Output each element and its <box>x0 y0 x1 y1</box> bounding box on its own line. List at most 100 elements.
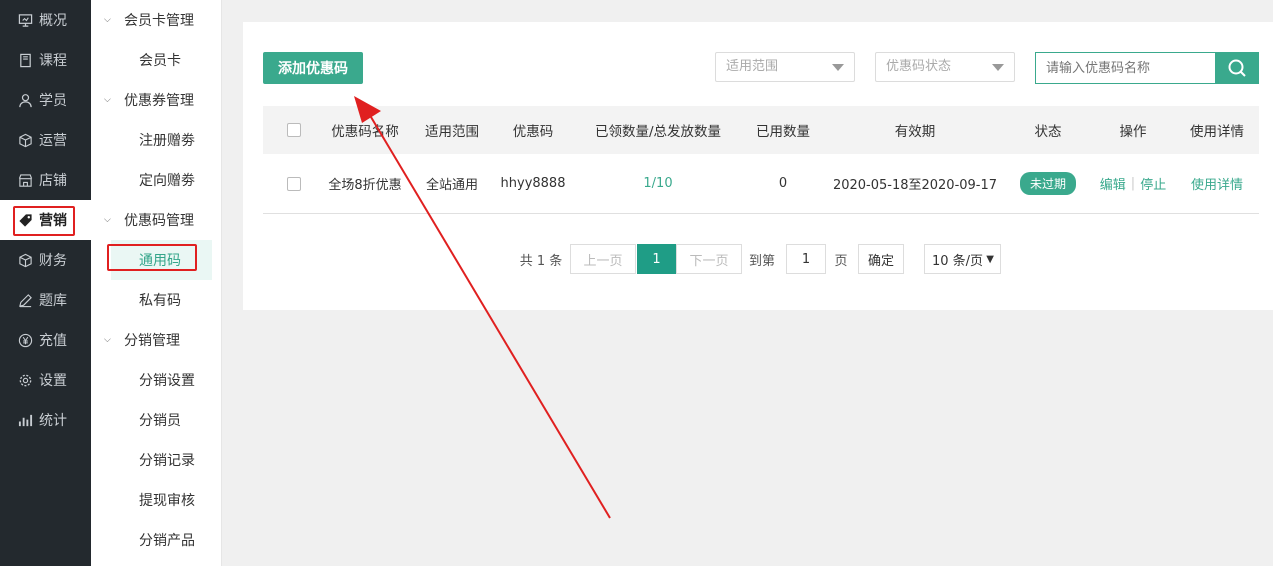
usage-detail-link[interactable]: 使用详情 <box>1191 174 1243 193</box>
nav-label: 充值 <box>39 333 67 349</box>
status-select[interactable]: 优惠码状态 <box>875 52 1015 82</box>
col-header: 优惠码名称 <box>331 124 399 140</box>
subnav-item-private-code[interactable]: 私有码 <box>91 280 221 320</box>
subnav-item-distribution-settings[interactable]: 分销设置 <box>91 360 221 400</box>
yen-icon <box>17 332 33 348</box>
nav-item-store[interactable]: 店铺 <box>0 160 91 200</box>
cell-claimed: 1/10 <box>643 176 673 191</box>
caret-down-icon: ▼ <box>986 253 994 265</box>
nav-label: 运营 <box>39 133 67 149</box>
caret-down-icon <box>992 64 1004 71</box>
subnav-item-distributors[interactable]: 分销员 <box>91 400 221 440</box>
divider: | <box>1130 176 1136 191</box>
select-all-checkbox[interactable] <box>287 123 301 137</box>
nav-item-recharge[interactable]: 充值 <box>0 320 91 360</box>
col-header: 已领数量/总发放数量 <box>594 124 722 140</box>
col-header: 操作 <box>1119 124 1147 140</box>
page-1-button[interactable]: 1 <box>637 244 676 274</box>
page-unit-label: 页 <box>834 253 848 269</box>
book-icon <box>17 52 33 68</box>
page-size-select[interactable]: 10 条/页 ▼ <box>924 244 1001 274</box>
group-label: 优惠码管理 <box>124 213 194 229</box>
nav-item-statistics[interactable]: 统计 <box>0 400 91 440</box>
annotation-highlight-box <box>107 244 197 271</box>
scope-select[interactable]: 适用范围 <box>715 52 855 82</box>
cube-icon <box>17 132 33 148</box>
nav-item-operation[interactable]: 运营 <box>0 120 91 160</box>
col-header: 状态 <box>1034 124 1062 140</box>
nav-label: 设置 <box>39 373 67 389</box>
subnav-item-targeted-coupon[interactable]: 定向赠劵 <box>91 160 221 200</box>
subnav-item-register-coupon[interactable]: 注册赠劵 <box>91 120 221 160</box>
nav-label: 学员 <box>39 93 67 109</box>
chevron-down-icon: ⌵ <box>104 335 111 345</box>
confirm-page-button[interactable]: 确定 <box>858 244 904 274</box>
nav-item-question-bank[interactable]: 题库 <box>0 280 91 320</box>
status-badge: 未过期 <box>1019 172 1076 195</box>
nav-label: 店铺 <box>39 173 67 189</box>
subnav-item-general-code[interactable]: 通用码 <box>107 240 212 280</box>
cube-icon <box>17 252 33 268</box>
cell-name: 全场8折优惠 <box>328 178 402 193</box>
user-icon <box>17 92 33 108</box>
subnav-group-coupons[interactable]: ⌵ 优惠券管理 <box>91 80 221 120</box>
add-promo-code-button[interactable]: 添加优惠码 <box>263 52 363 84</box>
cell-validity: 2020-05-18至2020-09-17 <box>832 178 998 193</box>
chevron-down-icon: ⌵ <box>104 215 111 225</box>
edit-link[interactable]: 编辑 <box>1100 174 1126 193</box>
main-nav: 概况 课程 学员 运营 店铺 营销 财务 题库 充值 设置 统计 <box>0 0 91 566</box>
cell-code: hhyy8888 <box>500 176 566 191</box>
select-placeholder: 优惠码状态 <box>886 59 952 74</box>
search-button[interactable] <box>1215 52 1259 84</box>
page-number-input[interactable]: 1 <box>786 244 826 274</box>
cell-used: 0 <box>778 176 788 191</box>
subnav-item-member-card[interactable]: 会员卡 <box>91 40 221 80</box>
subnav-group-promo-codes[interactable]: ⌵ 优惠码管理 <box>91 200 221 240</box>
table-header: 优惠码名称 适用范围 优惠码 已领数量/总发放数量 已用数量 有效期 状态 操作… <box>263 106 1259 154</box>
subnav-item-distribution-records[interactable]: 分销记录 <box>91 440 221 480</box>
search-icon <box>1228 59 1246 77</box>
select-placeholder: 适用范围 <box>726 59 779 74</box>
subnav-group-distribution[interactable]: ⌵ 分销管理 <box>91 320 221 360</box>
annotation-highlight-box <box>13 206 75 236</box>
content-panel: 添加优惠码 适用范围 优惠码状态 优惠码名称 适用范围 优惠码 已领数量/总发放… <box>243 22 1273 310</box>
group-label: 优惠券管理 <box>124 93 194 109</box>
page-size-value: 10 条/页 <box>932 253 984 269</box>
nav-label: 概况 <box>39 13 67 29</box>
nav-item-overview[interactable]: 概况 <box>0 0 91 40</box>
goto-label: 到第 <box>748 253 775 269</box>
subnav-group-membership[interactable]: ⌵ 会员卡管理 <box>91 0 221 40</box>
nav-label: 财务 <box>39 253 67 269</box>
col-header: 已用数量 <box>756 124 810 140</box>
nav-item-students[interactable]: 学员 <box>0 80 91 120</box>
subnav-item-distribution-products[interactable]: 分销产品 <box>91 520 221 560</box>
row-checkbox[interactable] <box>287 176 301 191</box>
col-header: 有效期 <box>894 124 936 140</box>
cell-detail: 使用详情 <box>1179 154 1255 213</box>
nav-label: 统计 <box>39 413 67 429</box>
prev-page-button[interactable]: 上一页 <box>570 244 636 274</box>
cell-actions: 编辑 | 停止 <box>1093 154 1173 213</box>
nav-item-marketing[interactable]: 营销 <box>0 200 91 240</box>
nav-item-finance[interactable]: 财务 <box>0 240 91 280</box>
nav-label: 题库 <box>39 293 67 309</box>
select-all-cell <box>281 106 307 154</box>
stop-link[interactable]: 停止 <box>1140 174 1166 193</box>
group-label: 分销管理 <box>124 333 180 349</box>
search-input[interactable] <box>1035 52 1215 84</box>
subnav-item-withdrawal-review[interactable]: 提现审核 <box>91 480 221 520</box>
sub-nav: ⌵ 会员卡管理 会员卡 ⌵ 优惠券管理 注册赠劵 定向赠劵 ⌵ 优惠码管理 通用码 私… <box>91 0 222 566</box>
store-icon <box>17 172 33 188</box>
pagination-total: 共 1 条 <box>519 253 563 269</box>
table-row: 全场8折优惠 全站通用 hhyy8888 1/10 0 2020-05-18至2… <box>263 154 1259 214</box>
gear-icon <box>17 372 33 388</box>
nav-item-course[interactable]: 课程 <box>0 40 91 80</box>
caret-down-icon <box>832 64 844 71</box>
monitor-icon <box>17 12 33 28</box>
bar-chart-icon <box>17 412 33 428</box>
next-page-button[interactable]: 下一页 <box>676 244 742 274</box>
nav-item-settings[interactable]: 设置 <box>0 360 91 400</box>
cell-scope: 全站通用 <box>425 178 478 193</box>
cell-status: 未过期 <box>1013 154 1083 213</box>
pen-icon <box>17 292 33 308</box>
